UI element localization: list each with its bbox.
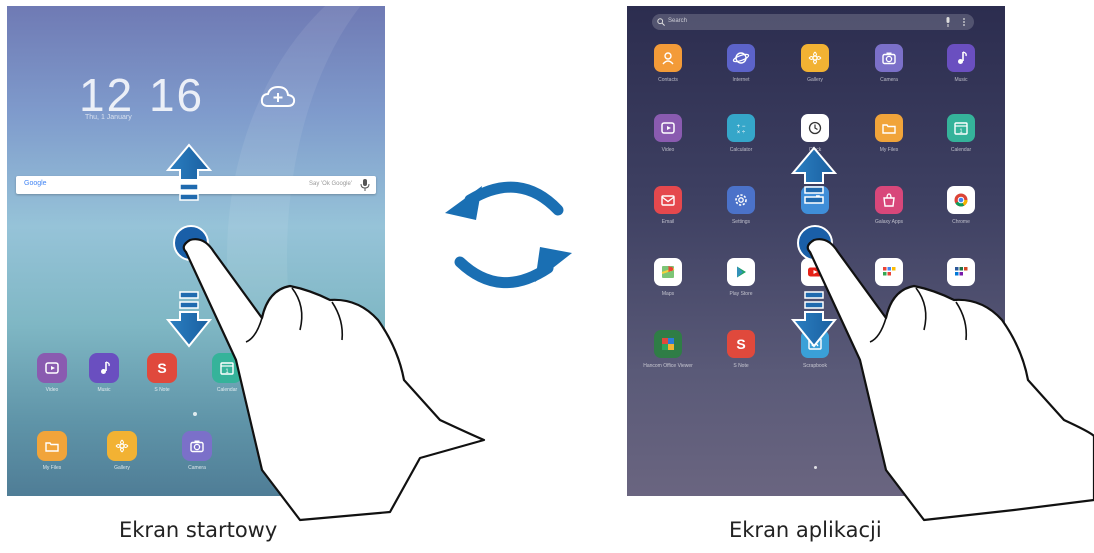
mail-icon[interactable] <box>257 431 287 461</box>
calculator-icon[interactable]: + − × ÷ <box>727 114 755 142</box>
mic-icon[interactable] <box>944 17 952 27</box>
folder-icon[interactable] <box>875 114 903 142</box>
app-label: My Files <box>42 465 62 471</box>
apps-screen-caption: Ekran aplikacji <box>729 518 882 542</box>
s-note-icon[interactable]: S <box>727 330 755 358</box>
music-icon[interactable] <box>947 44 975 72</box>
app-label: Calendar <box>216 387 238 393</box>
app-label: S Note <box>733 363 749 369</box>
svg-text:× ÷: × ÷ <box>737 130 746 136</box>
app-label: Video <box>661 147 675 153</box>
music-icon[interactable] <box>89 353 119 383</box>
galaxy-apps-icon[interactable] <box>875 186 903 214</box>
app-label: Play Store <box>729 291 753 297</box>
google-search-bar[interactable]: Google Say 'Ok Google' <box>16 176 376 194</box>
switch-screens-icon <box>445 181 572 289</box>
date-label: Thu, 1 January <box>85 114 132 121</box>
camera-icon[interactable] <box>182 431 212 461</box>
mic-icon[interactable] <box>360 179 370 191</box>
maps-icon[interactable] <box>654 258 682 286</box>
app-label: Internet <box>732 77 750 83</box>
scrapbook-icon[interactable] <box>801 330 829 358</box>
finder-search-bar[interactable]: Search <box>652 14 974 30</box>
wallpaper-swirl <box>227 6 385 496</box>
camera-icon[interactable] <box>875 44 903 72</box>
app-label: Music <box>97 387 111 393</box>
app-label: Contacts <box>658 77 678 83</box>
mail-icon[interactable] <box>654 186 682 214</box>
app-label: Gallery <box>807 77 823 83</box>
smart-switch-icon[interactable] <box>801 186 829 214</box>
finder-placeholder: Search <box>668 18 688 24</box>
app-label: Hancom Office Viewer <box>643 363 693 369</box>
play-store-icon[interactable] <box>727 258 755 286</box>
internet-icon[interactable] <box>727 44 755 72</box>
video-icon[interactable] <box>654 114 682 142</box>
google-folder-icon[interactable] <box>875 258 903 286</box>
page-indicator <box>814 466 817 469</box>
youtube-icon[interactable] <box>801 258 829 286</box>
calendar-icon[interactable]: 1 <box>212 353 242 383</box>
app-label: Video <box>45 387 59 393</box>
folder-icon[interactable] <box>37 431 67 461</box>
video-icon[interactable] <box>37 353 67 383</box>
app-label: Music <box>954 77 968 83</box>
gallery-icon[interactable] <box>801 44 829 72</box>
chrome-icon[interactable] <box>947 186 975 214</box>
app-label: Maps <box>661 291 675 297</box>
calendar-icon[interactable]: 1 <box>947 114 975 142</box>
clock-icon[interactable] <box>801 114 829 142</box>
app-label: Settings <box>731 219 751 225</box>
more-options-icon[interactable] <box>962 17 966 27</box>
app-label: Clock <box>808 147 822 153</box>
svg-text:S: S <box>157 360 166 376</box>
flower-icon[interactable] <box>107 431 137 461</box>
search-hint: Say 'Ok Google' <box>309 181 352 187</box>
svg-text:S: S <box>736 336 745 352</box>
home-screen-caption: Ekran startowy <box>119 518 278 542</box>
google-logo-text: Google <box>24 180 47 187</box>
app-label: Email <box>661 219 675 225</box>
app-label: Galaxy Apps <box>874 219 904 225</box>
app-label: Email <box>265 465 279 471</box>
app-label: S Note <box>154 387 170 393</box>
app-label: My Files <box>879 147 899 153</box>
home-screen: 12 16 Thu, 1 January Google Say 'Ok Goog… <box>7 6 385 496</box>
app-label: Gallery <box>114 465 130 471</box>
search-icon <box>657 18 665 26</box>
s-planner-icon[interactable]: S <box>147 353 177 383</box>
settings-icon[interactable] <box>727 186 755 214</box>
app-label: Calendar <box>950 147 972 153</box>
app-label: Calculator <box>729 147 753 153</box>
app-label: Camera <box>880 77 898 83</box>
contacts-icon[interactable] <box>654 44 682 72</box>
app-label: Chrome <box>952 219 970 225</box>
cloud-add-icon[interactable] <box>259 84 297 112</box>
office-icon[interactable] <box>654 330 682 358</box>
app-label: Scrapbook <box>803 363 827 369</box>
page-indicator <box>193 412 197 416</box>
apps-screen: Search Contacts Internet Gallery Camera Musi… <box>627 6 1005 496</box>
microsoft-folder-icon[interactable] <box>947 258 975 286</box>
app-label: Camera <box>188 465 206 471</box>
